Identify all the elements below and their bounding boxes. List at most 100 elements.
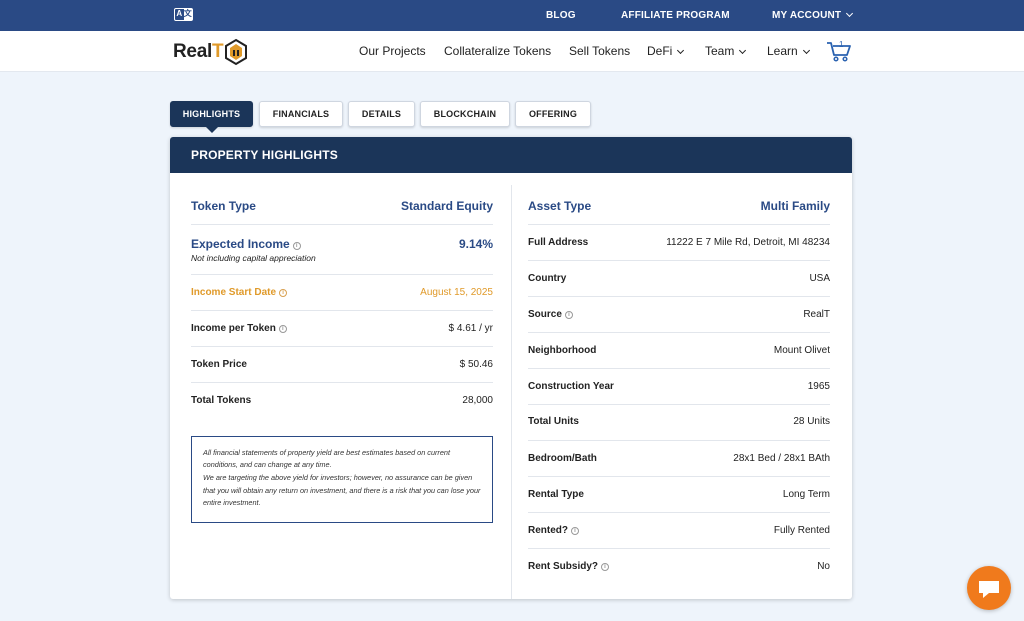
nav-team[interactable]: Team (705, 31, 747, 72)
row-label: Rent Subsidy? (528, 561, 599, 572)
row-label: Neighborhood (528, 345, 597, 356)
nav-defi[interactable]: DeFi (647, 31, 685, 72)
property-highlights-card: PROPERTY HIGHLIGHTS Token Type Standard … (170, 137, 852, 599)
row-value: 11222 E 7 Mile Rd, Detroit, MI 48234 (666, 237, 830, 248)
row-label: Rental Type (528, 489, 584, 500)
row-token-type: Token Type Standard Equity (191, 185, 493, 225)
row-label: Asset Type (528, 199, 592, 213)
row-note: Not including capital appreciation (191, 253, 316, 263)
nav-sell-tokens[interactable]: Sell Tokens (569, 31, 630, 72)
logo-text: RealT (173, 41, 224, 62)
row-full-address: Full Address 11222 E 7 Mile Rd, Detroit,… (528, 225, 830, 261)
logo-house-icon (225, 38, 248, 66)
nav-collateralize-tokens[interactable]: Collateralize Tokens (444, 31, 551, 72)
row-value: $ 4.61 / yr (448, 323, 493, 334)
row-value: August 15, 2025 (420, 287, 493, 298)
disclaimer-text: We are targeting the above yield for inv… (203, 473, 481, 508)
row-value: 28,000 (462, 395, 493, 406)
row-label: Rented? (528, 525, 568, 536)
row-expected-income: Expected Income i 9.14% Not including cap… (191, 225, 493, 275)
row-label: Total Units (528, 416, 579, 427)
affiliate-program-link[interactable]: AFFILIATE PROGRAM (621, 0, 730, 31)
nav-team-label: Team (705, 44, 735, 58)
row-label-wrap: Rent Subsidy? i (528, 561, 610, 572)
row-label: Income Start Date (191, 287, 277, 298)
nav-learn-label: Learn (767, 44, 798, 58)
row-value: 9.14% (458, 237, 493, 251)
row-source: Source i RealT (528, 297, 830, 333)
row-country: Country USA (528, 261, 830, 297)
my-account-label: MY ACCOUNT (772, 10, 842, 21)
language-translate-icon[interactable]: A文 (174, 8, 193, 21)
shopping-cart-icon[interactable]: 1 (826, 39, 852, 63)
row-total-units: Total Units 28 Units (528, 405, 830, 441)
tab-financials[interactable]: FINANCIALS (259, 101, 343, 127)
my-account-menu[interactable]: MY ACCOUNT (772, 0, 854, 31)
blog-link[interactable]: BLOG (546, 0, 576, 31)
info-icon[interactable]: i (279, 289, 288, 297)
row-label-wrap: Source i (528, 309, 573, 320)
row-value: Fully Rented (773, 525, 830, 536)
row-value: RealT (803, 309, 830, 320)
tab-details[interactable]: DETAILS (348, 101, 415, 127)
row-value: Multi Family (760, 199, 830, 213)
row-label: Expected Income (191, 237, 290, 251)
row-construction-year: Construction Year 1965 (528, 369, 830, 405)
info-icon[interactable]: i (278, 325, 287, 333)
card-title: PROPERTY HIGHLIGHTS (170, 137, 852, 173)
row-value: 1965 (807, 381, 830, 392)
info-icon[interactable]: i (292, 242, 301, 250)
row-label-wrap: Rented? i (528, 525, 579, 536)
chevron-down-icon (846, 9, 854, 18)
row-label: Country (528, 273, 567, 284)
main-navbar: RealT Our Projects Collateralize Tokens … (0, 31, 1024, 72)
row-income-start-date: Income Start Date i August 15, 2025 (191, 275, 493, 311)
row-income-per-token: Income per Token i $ 4.61 / yr (191, 311, 493, 347)
row-label: Full Address (528, 237, 589, 248)
info-icon[interactable]: i (571, 527, 579, 535)
chevron-down-icon (802, 46, 810, 55)
row-label: Source (528, 309, 562, 320)
row-value: USA (809, 273, 830, 284)
row-label: Total Tokens (191, 395, 252, 406)
row-rented: Rented? i Fully Rented (528, 513, 830, 549)
row-value: Standard Equity (400, 199, 493, 213)
row-bedroom-bath: Bedroom/Bath 28x1 Bed / 28x1 BAth (528, 441, 830, 477)
row-label: Token Type (191, 199, 256, 213)
row-total-tokens: Total Tokens 28,000 (191, 383, 493, 419)
nav-defi-label: DeFi (647, 44, 673, 58)
row-label: Income per Token (191, 323, 276, 334)
chat-bubble-icon[interactable] (967, 566, 1011, 610)
row-value: No (817, 561, 830, 572)
tab-offering[interactable]: OFFERING (515, 101, 591, 127)
row-label-wrap: Income Start Date i (191, 287, 288, 298)
row-asset-type: Asset Type Multi Family (528, 185, 830, 225)
row-value: $ 50.46 (459, 359, 493, 370)
column-divider (511, 185, 512, 599)
row-label: Construction Year (528, 381, 614, 392)
top-bar: A文 BLOG AFFILIATE PROGRAM MY ACCOUNT (0, 0, 1024, 31)
nav-learn[interactable]: Learn (767, 31, 810, 72)
info-icon[interactable]: i (564, 311, 573, 319)
info-icon[interactable]: i (601, 563, 610, 571)
chevron-down-icon (739, 46, 747, 55)
row-value: Mount Olivet (773, 345, 830, 356)
row-value: 28x1 Bed / 28x1 BAth (733, 453, 830, 464)
row-value: Long Term (782, 489, 830, 500)
chevron-down-icon (677, 46, 685, 55)
row-neighborhood: Neighborhood Mount Olivet (528, 333, 830, 369)
tab-blockchain[interactable]: BLOCKCHAIN (420, 101, 510, 127)
nav-our-projects[interactable]: Our Projects (359, 31, 426, 72)
disclaimer-box: All financial statements of property yie… (191, 436, 493, 523)
realt-logo[interactable]: RealT (173, 37, 248, 67)
row-token-price: Token Price $ 50.46 (191, 347, 493, 383)
row-label-wrap: Expected Income i (191, 237, 301, 251)
cart-count: 1 (839, 40, 844, 49)
row-label-wrap: Income per Token i (191, 323, 287, 334)
row-rent-subsidy: Rent Subsidy? i No (528, 549, 830, 585)
row-rental-type: Rental Type Long Term (528, 477, 830, 513)
disclaimer-text: All financial statements of property yie… (203, 448, 451, 470)
row-label: Bedroom/Bath (528, 453, 597, 464)
row-value: 28 Units (793, 416, 830, 427)
tab-highlights[interactable]: HIGHLIGHTS (170, 101, 253, 133)
